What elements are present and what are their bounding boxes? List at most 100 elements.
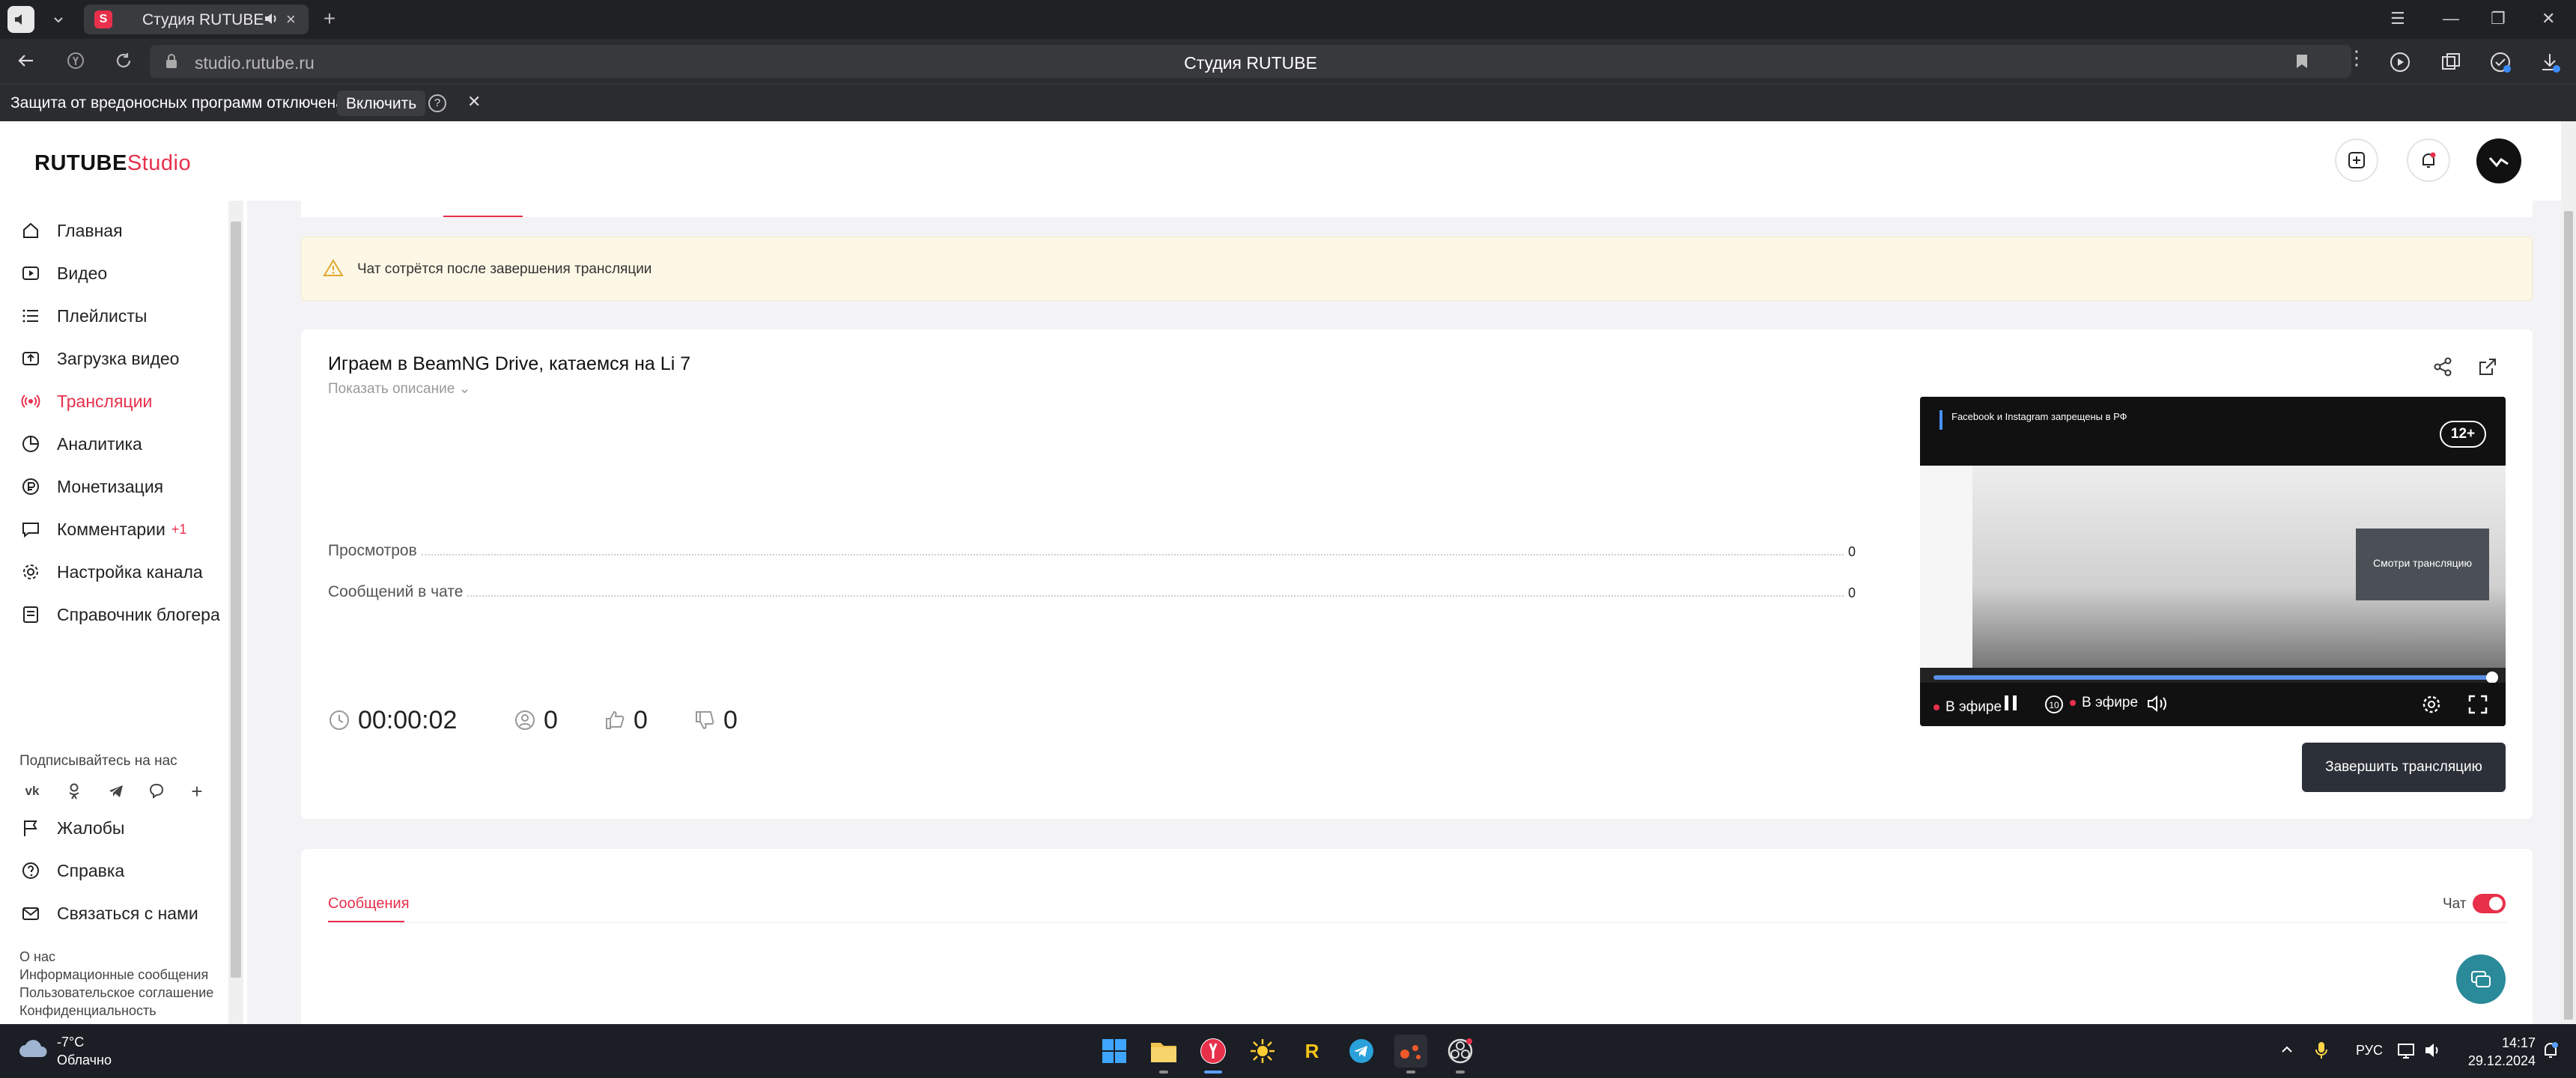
notifications-bell-icon[interactable] [2407,138,2450,182]
dislike-icon [693,709,716,731]
obs-dots-icon[interactable] [1394,1035,1427,1074]
sidebar-item-home[interactable]: Главная [19,216,123,246]
url-field[interactable]: studio.rutube.ru Студия RUTUBE [150,45,2351,78]
yandex-protect-icon[interactable] [66,51,85,70]
broadcast-icon [19,390,42,412]
sidebar-item-contact[interactable]: Связаться с нами [19,898,198,928]
sidebar-item-comments[interactable]: Комментарии +1 [19,514,186,544]
sidebar-item-playlists[interactable]: Плейлисты [19,301,147,331]
show-description-toggle[interactable]: Показать описание ⌄ [328,380,470,398]
windows-start-icon[interactable] [1098,1035,1131,1068]
sidebar-item-analytics[interactable]: Аналитика [19,429,142,459]
more-social-icon[interactable]: + [186,780,208,803]
footer-link-privacy[interactable]: Конфиденциальность [19,1003,157,1019]
player-settings-icon[interactable] [2420,693,2443,716]
obs-studio-icon[interactable] [1444,1035,1477,1074]
viber-icon[interactable] [145,780,168,803]
notice-close-icon[interactable]: ✕ [467,92,481,112]
browser-tab-bar: S Студия RUTUBE × + ☰ — ❐ ✕ [0,0,2576,39]
warning-icon [323,258,344,278]
player-progress-knob[interactable] [2486,672,2498,683]
more-menu-icon[interactable]: ⋮ [2347,46,2366,70]
notifications-tray-icon[interactable] [2542,1041,2560,1060]
collections-icon[interactable] [2440,51,2462,73]
avatar[interactable] [2476,138,2521,183]
footer-link-info[interactable]: Информационные сообщения [19,967,208,983]
sidebar-scrollbar[interactable] [228,201,243,1024]
security-notice-bar: Защита от вредоносных программ отключена… [0,84,2576,121]
network-icon[interactable] [2396,1041,2416,1060]
rewind-10-icon[interactable]: 10 [2043,693,2065,716]
mail-icon [19,902,42,925]
new-tab-button[interactable]: + [318,7,341,31]
sidebar-item-monetization[interactable]: Монетизация [19,472,163,502]
taskbar-clock[interactable]: 14:17 29.12.2024 [2461,1034,2536,1070]
banner-accent [1939,410,1942,430]
banner-text: Facebook и Instagram запрещены в РФ [1951,411,2127,422]
chat-toggle[interactable] [2473,894,2506,913]
volume-tray-icon[interactable] [2423,1041,2443,1060]
odnoklassniki-icon[interactable] [63,780,85,803]
sidebar-item-upload[interactable]: Загрузка видео [19,344,179,374]
sidebar-item-complaints[interactable]: Жалобы [19,813,124,843]
rutube-studio-logo[interactable]: RUTUBEStudio [34,151,191,176]
stream-preview-player[interactable]: Facebook и Instagram запрещены в РФ 12+ … [1920,397,2506,726]
sidebar-item-blogger-guide[interactable]: Справочник блогера [19,600,220,630]
browser-tab[interactable]: S Студия RUTUBE × [84,4,309,34]
page-scrollbar[interactable] [2561,121,2576,1024]
pause-icon[interactable] [2002,693,2019,713]
file-explorer-icon[interactable] [1147,1035,1180,1074]
footer-link-agreement[interactable]: Пользовательское соглашение [19,985,213,1001]
media-icon[interactable] [2389,51,2411,73]
rockstar-launcher-icon[interactable]: R [1295,1035,1328,1068]
microphone-icon[interactable] [2314,1041,2329,1060]
page-scroll-thumb[interactable] [2564,211,2573,1020]
back-icon[interactable] [16,51,36,70]
vk-icon[interactable]: vk [21,780,43,803]
notice-help-icon[interactable]: ? [428,94,446,112]
minimize-icon[interactable]: — [2443,9,2459,28]
telegram-icon[interactable] [105,780,127,803]
sidebar-item-video[interactable]: Видео [19,258,107,288]
support-chat-button[interactable] [2456,954,2506,1004]
tab-sound-icon[interactable] [264,12,279,25]
menu-icon[interactable]: ☰ [2390,9,2405,28]
stream-title: Играем в BeamNG Drive, катаемся на Li 7 [328,353,691,374]
tabs-dropdown-icon[interactable] [45,6,72,33]
open-external-icon[interactable] [2477,356,2498,377]
vpn-icon[interactable] [2489,51,2512,73]
warning-text: Чат сотрётся после завершения трансляции [357,261,652,277]
volume-icon[interactable] [2146,693,2169,714]
sound-tab-icon[interactable] [7,6,34,33]
player-banner: Facebook и Instagram запрещены в РФ 12+ [1920,397,2506,466]
enable-protection-button[interactable]: Включить [337,91,426,116]
address-bar-row: studio.rutube.ru Студия RUTUBE ⋮ [0,39,2576,84]
window-close-icon[interactable]: ✕ [2542,9,2555,28]
create-button[interactable] [2335,138,2378,182]
tab-messages[interactable]: Сообщения [328,895,410,913]
sidebar-item-broadcasts[interactable]: Трансляции [19,386,152,416]
player-progress-bar[interactable] [1933,675,2492,680]
tab-close-icon[interactable]: × [286,10,296,29]
bookmark-icon[interactable] [2294,53,2309,70]
settings-icon [19,561,42,583]
clock-date: 29.12.2024 [2467,1053,2536,1068]
sidebar-scroll-thumb[interactable] [231,222,241,978]
sun-app-icon[interactable] [1246,1035,1279,1068]
home-icon [19,219,42,242]
downloads-icon[interactable] [2539,51,2561,73]
fullscreen-icon[interactable] [2467,693,2489,716]
sidebar-item-help[interactable]: Справка [19,856,124,886]
stream-card: Играем в BeamNG Drive, катаемся на Li 7 … [301,329,2533,819]
share-icon[interactable] [2432,356,2453,377]
telegram-app-icon[interactable] [1345,1035,1378,1068]
subscribe-label: Подписывайтесь на нас [19,753,177,769]
sidebar-item-channel-settings[interactable]: Настройка канала [19,557,203,587]
footer-link-about[interactable]: О нас [19,949,55,965]
maximize-icon[interactable]: ❐ [2491,9,2506,28]
reload-icon[interactable] [114,51,133,70]
tray-chevron-icon[interactable] [2279,1042,2294,1057]
yandex-browser-icon[interactable] [1197,1035,1230,1074]
language-indicator[interactable]: РУС [2356,1043,2383,1059]
end-stream-button[interactable]: Завершить трансляцию [2302,743,2506,792]
